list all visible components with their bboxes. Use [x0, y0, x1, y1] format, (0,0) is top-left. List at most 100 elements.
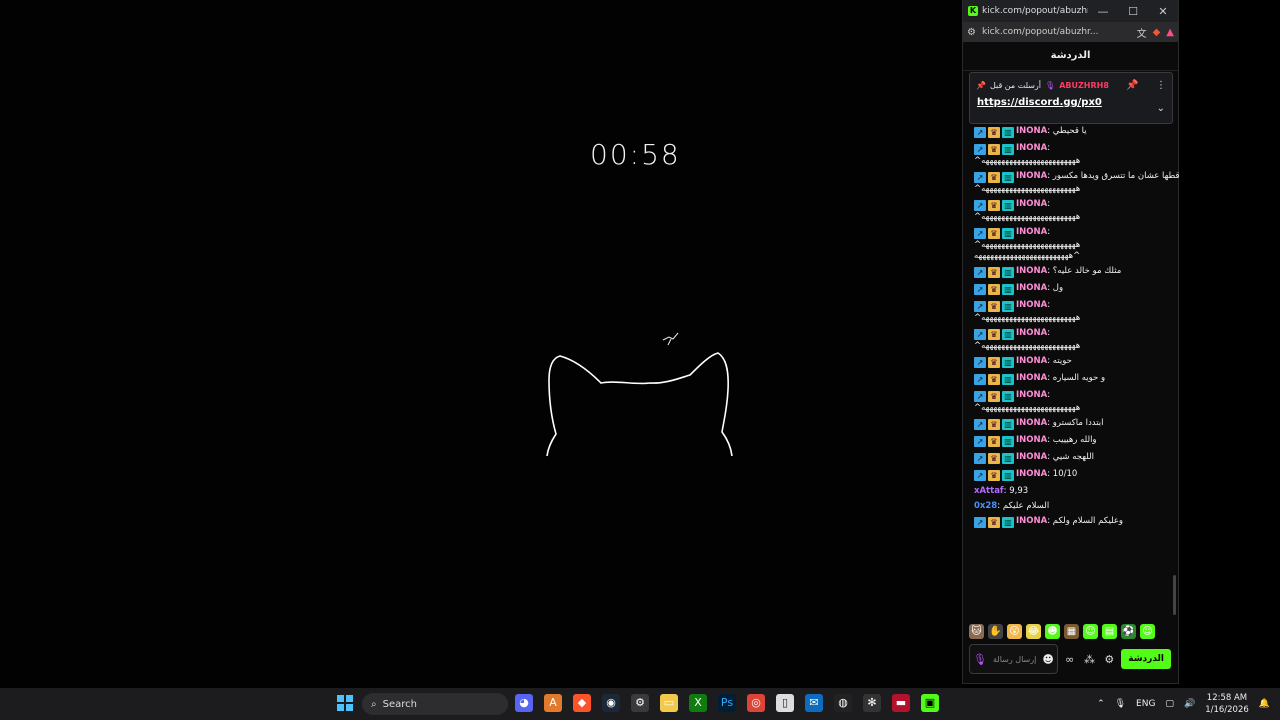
settings-gear-icon[interactable]: ⚙ — [1101, 653, 1117, 666]
badge-kick-icon: ▥ — [1002, 172, 1014, 183]
cat-head-outline — [546, 352, 733, 457]
steam-icon[interactable]: ◉ — [602, 694, 620, 712]
brave-rewards-icon[interactable]: ▲ — [1166, 27, 1174, 38]
badge-kick-icon: ▥ — [1002, 453, 1014, 464]
chat-username[interactable]: INONA — [1016, 390, 1047, 400]
discord-icon[interactable]: ◕ — [515, 694, 533, 712]
chevron-down-icon[interactable]: ⌄ — [1157, 103, 1165, 114]
brave-icon[interactable]: ◆ — [573, 694, 591, 712]
obs-icon[interactable]: ◍ — [834, 694, 852, 712]
chat-message: ↗ ♛ ▥ INONA: ^ههههههههههههههههههههههههه ^هه… — [974, 227, 1182, 262]
taskbar-search[interactable]: ⌕ Search — [362, 693, 508, 715]
users-icon[interactable]: ⁂ — [1082, 653, 1098, 666]
emote-bar: 🐱 ✋ 😮 😂 ☻ ▦ ☺ ▤ ⚽ ☺ — [969, 624, 1171, 640]
badge-sub-icon: ↗ — [974, 144, 986, 155]
chevron-up-icon[interactable]: ⌃ — [1097, 699, 1105, 709]
emote-face-icon[interactable]: 😮 — [1007, 624, 1022, 639]
chat-username[interactable]: INONA — [1016, 199, 1047, 209]
pin-icon: 📌 — [976, 80, 986, 90]
chat-username[interactable]: INONA — [1016, 418, 1047, 428]
chat-username[interactable]: INONA — [1016, 266, 1047, 276]
chat-input[interactable]: 🎙 إرسال رسالة ☻ — [969, 644, 1058, 674]
emote-ball-icon[interactable]: ⚽ — [1121, 624, 1136, 639]
notepad-icon[interactable]: ▯ — [776, 694, 794, 712]
close-button[interactable]: ✕ — [1148, 5, 1178, 18]
file-explorer-icon[interactable]: ▭ — [660, 694, 678, 712]
chat-send-button[interactable]: الدردشة — [1121, 649, 1172, 669]
chat-username[interactable]: INONA — [1016, 516, 1047, 526]
badge-sub-icon: ↗ — [974, 200, 986, 211]
network-icon[interactable]: ▢ — [1165, 699, 1174, 709]
chat-username[interactable]: INONA — [1016, 373, 1047, 383]
windows-start-icon[interactable] — [337, 695, 353, 711]
brave-shield-icon[interactable]: ◆ — [1153, 27, 1161, 38]
address-url[interactable]: kick.com/popout/abuzhr... — [982, 27, 1131, 37]
clock[interactable]: 12:58 AM 1/16/2026 — [1205, 692, 1249, 716]
badge-kick-icon: ▥ — [1002, 391, 1014, 402]
chat-message: ↗ ♛ ▥ INONA: والله رهيييب — [974, 435, 1182, 448]
chat-message-continuation: ^ههههههههههههههههههههههههه — [974, 184, 1081, 194]
chat-username[interactable]: INONA — [1016, 356, 1047, 366]
chat-message: ↗ ♛ ▥ INONA: حويته — [974, 356, 1182, 369]
chat-username[interactable]: INONA — [1016, 452, 1047, 462]
maximize-button[interactable]: ☐ — [1118, 5, 1148, 18]
chat-message: ↗ ♛ ▥ INONA: و حويه السياره — [974, 373, 1182, 386]
badge-crown-icon: ♛ — [988, 374, 1000, 385]
chat-message-text: اللهجه شيي — [1052, 452, 1094, 462]
more-options-icon[interactable]: ⋮ — [1156, 80, 1166, 91]
chrome-icon[interactable]: ◎ — [747, 694, 765, 712]
pinned-sender[interactable]: ABUZHRH8 — [1059, 81, 1109, 90]
emote-cat-icon[interactable]: 🐱 — [969, 624, 984, 639]
badge-sub-icon: ↗ — [974, 127, 986, 138]
site-settings-icon[interactable]: ⚙ — [967, 27, 976, 38]
chat-username[interactable]: INONA — [1016, 328, 1047, 338]
chat-username[interactable]: INONA — [1016, 171, 1047, 181]
volume-icon[interactable]: 🔊 — [1184, 699, 1195, 709]
badge-crown-icon: ♛ — [988, 127, 1000, 138]
emote-screen-icon[interactable]: ▤ — [1102, 624, 1117, 639]
chat-message-text: يا قحيطي — [1052, 126, 1087, 136]
emote-chest-icon[interactable]: ▦ — [1064, 624, 1079, 639]
kick-app-icon[interactable]: ▣ — [921, 694, 939, 712]
unpin-icon[interactable]: 📌 — [1126, 80, 1138, 91]
chat-username[interactable]: INONA — [1016, 435, 1047, 445]
app-a-icon[interactable]: A — [544, 694, 562, 712]
emote-lol-icon[interactable]: 😂 — [1026, 624, 1041, 639]
mic-icon[interactable]: 🎙 — [973, 653, 987, 666]
app-gear-icon[interactable]: ✻ — [863, 694, 881, 712]
mail-icon[interactable]: ✉ — [805, 694, 823, 712]
language-indicator[interactable]: ENG — [1136, 699, 1155, 709]
chat-username[interactable]: xAttaf — [974, 486, 1004, 496]
badge-sub-icon: ↗ — [974, 228, 986, 239]
emote-blob-icon[interactable]: ☺ — [1140, 624, 1155, 639]
minimize-button[interactable]: — — [1088, 5, 1118, 18]
emoji-picker-icon[interactable]: ☻ — [1042, 653, 1053, 666]
settings-icon[interactable]: ⚙ — [631, 694, 649, 712]
emote-kick-icon[interactable]: ☺ — [1083, 624, 1098, 639]
pinned-link[interactable]: https://discord.gg/px0 — [970, 97, 1172, 108]
chat-username[interactable]: INONA — [1016, 126, 1047, 136]
pinned-message[interactable]: 📌 أرسلت من قبل 🎙 ABUZHRH8 📌 ⋮ https://di… — [969, 72, 1173, 124]
photoshop-icon[interactable]: Ps — [718, 694, 736, 712]
user-badges: ↗ ♛ ▥ — [974, 144, 1016, 156]
chat-scrollbar[interactable] — [1173, 575, 1176, 615]
address-bar[interactable]: ⚙ kick.com/popout/abuzhr... 文 ◆ ▲ — [963, 22, 1178, 42]
chat-message: ↗ ♛ ▥ INONA: ول — [974, 283, 1182, 296]
chat-message-continuation: ^ههههههههههههههههههههههههه — [974, 313, 1081, 323]
chat-username[interactable]: INONA — [1016, 283, 1047, 293]
microphone-icon[interactable]: 🎙 — [1115, 699, 1126, 709]
notification-icon[interactable]: 🔔 — [1259, 699, 1270, 709]
chat-username[interactable]: INONA — [1016, 227, 1047, 237]
emote-hand-icon[interactable]: ✋ — [988, 624, 1003, 639]
chat-message: ↗ ♛ ▥ INONA: ابتددا ماكسترو — [974, 418, 1182, 431]
translate-icon[interactable]: 文 — [1137, 25, 1147, 40]
infinity-icon[interactable]: ∞ — [1062, 653, 1078, 666]
xbox-icon[interactable]: X — [689, 694, 707, 712]
chat-username[interactable]: 0x28 — [974, 501, 997, 511]
emote-green-icon[interactable]: ☻ — [1045, 624, 1060, 639]
chat-username[interactable]: INONA — [1016, 469, 1047, 479]
user-badges: ↗ ♛ ▥ — [974, 391, 1016, 403]
chat-username[interactable]: INONA — [1016, 143, 1047, 153]
app-red-icon[interactable]: ▬ — [892, 694, 910, 712]
chat-username[interactable]: INONA — [1016, 300, 1047, 310]
